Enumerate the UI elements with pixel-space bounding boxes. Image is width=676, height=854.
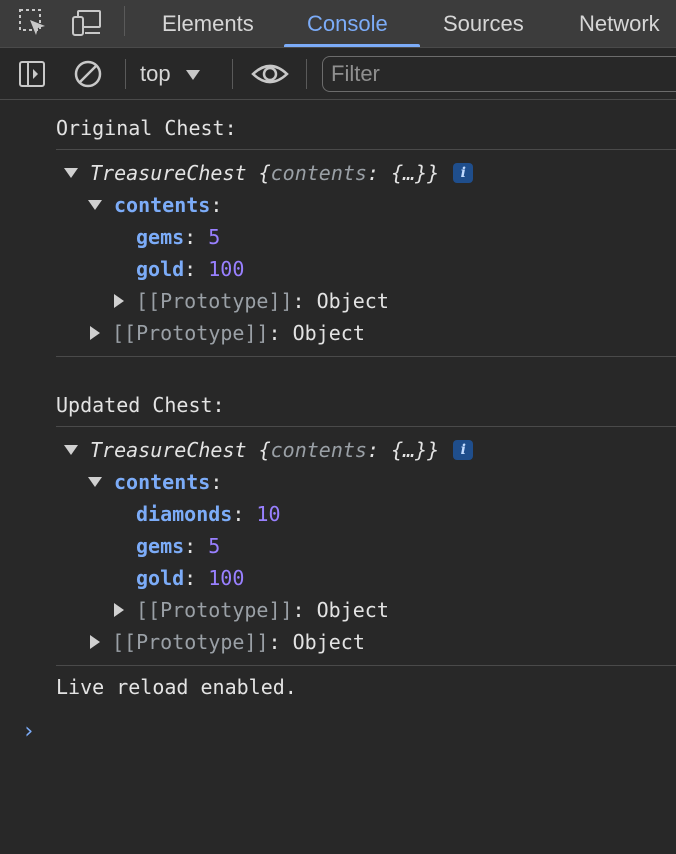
info-badge-icon[interactable]: i (453, 163, 474, 183)
preview-open-brace: { (258, 438, 271, 462)
log-label: Original Chest: (56, 116, 237, 140)
log-label: Updated Chest: (56, 393, 225, 417)
property-value: 5 (208, 534, 221, 558)
property-key: diamonds (136, 502, 233, 526)
property-key: gems (136, 534, 185, 558)
outer-prototype-row[interactable]: [[Prototype]]: Object (90, 626, 365, 658)
object-property: gems: 5 (136, 221, 220, 253)
message-divider (56, 665, 676, 666)
console-message: Live reload enabled. (56, 671, 297, 703)
property-key: contents (114, 193, 211, 217)
console-output: Original Chest: TreasureChest {contents:… (0, 101, 676, 854)
property-colon: : (210, 193, 223, 217)
class-name: TreasureChest (90, 438, 247, 462)
filter-input[interactable] (331, 61, 671, 87)
prototype-value: Object (316, 289, 389, 313)
prototype-value: Object (292, 321, 365, 345)
log-text: Live reload enabled. (56, 675, 297, 699)
property-colon: : (184, 566, 197, 590)
console-message: Original Chest: (56, 112, 237, 144)
prototype-value: Object (292, 630, 365, 654)
device-toolbar-icon[interactable] (70, 6, 104, 40)
message-divider (56, 149, 676, 150)
console-prompt-icon[interactable]: › (22, 719, 35, 744)
preview-close-brace: } (427, 161, 440, 185)
info-badge-icon[interactable]: i (453, 440, 474, 460)
property-colon: : (292, 289, 305, 313)
preview-separator: : (366, 161, 392, 185)
preview-value: {…} (391, 161, 428, 185)
property-key: gems (136, 225, 185, 249)
toolbar-divider (124, 6, 125, 36)
prototype-key: [[Prototype]] (112, 630, 269, 654)
clear-console-icon[interactable] (71, 57, 105, 91)
toolbar-divider (125, 59, 126, 89)
preview-value: {…} (391, 438, 428, 462)
chevron-down-icon (185, 61, 201, 87)
tab-network[interactable]: Network (579, 0, 660, 48)
property-colon: : (268, 630, 281, 654)
console-toolbar: top (0, 49, 676, 100)
expand-arrow-icon[interactable] (64, 168, 78, 178)
inner-prototype-row[interactable]: [[Prototype]]: Object (114, 285, 389, 317)
inner-prototype-row[interactable]: [[Prototype]]: Object (114, 594, 389, 626)
object-property: gems: 5 (136, 530, 220, 562)
tab-elements[interactable]: Elements (162, 0, 254, 48)
property-value: 100 (208, 257, 245, 281)
object-property: gold: 100 (136, 253, 244, 285)
property-value: 5 (208, 225, 221, 249)
toolbar-divider (232, 59, 233, 89)
sidebar-toggle-icon[interactable] (15, 57, 49, 91)
object-property: gold: 100 (136, 562, 244, 594)
property-colon: : (292, 598, 305, 622)
preview-key: contents (270, 438, 367, 462)
object-property-contents[interactable]: contents: (88, 189, 222, 221)
inspect-element-icon[interactable] (16, 6, 50, 40)
object-tree-root[interactable]: TreasureChest {contents: {…}} i (64, 157, 474, 189)
expand-arrow-icon[interactable] (64, 445, 78, 455)
preview-open-brace: { (258, 161, 271, 185)
collapsed-arrow-icon[interactable] (114, 603, 124, 617)
message-divider (56, 426, 676, 427)
object-property-contents[interactable]: contents: (88, 466, 222, 498)
filter-field[interactable] (322, 56, 676, 92)
js-context-select[interactable]: top (140, 57, 224, 91)
toolbar-divider (306, 59, 307, 89)
property-key: contents (114, 470, 211, 494)
tab-sources[interactable]: Sources (443, 0, 524, 48)
property-colon: : (184, 534, 197, 558)
preview-separator: : (366, 438, 392, 462)
prototype-key: [[Prototype]] (136, 289, 293, 313)
property-colon: : (232, 502, 245, 526)
class-name: TreasureChest (90, 161, 247, 185)
active-tab-indicator (284, 44, 420, 47)
property-colon: : (184, 225, 197, 249)
tab-console[interactable]: Console (307, 0, 388, 48)
preview-close-brace: } (427, 438, 440, 462)
property-colon: : (184, 257, 197, 281)
property-key: gold (136, 566, 185, 590)
collapsed-arrow-icon[interactable] (90, 326, 100, 340)
property-key: gold (136, 257, 185, 281)
context-label: top (140, 61, 171, 86)
expand-arrow-icon[interactable] (88, 477, 102, 487)
preview-key: contents (270, 161, 367, 185)
console-message: Updated Chest: (56, 389, 225, 421)
property-value: 100 (208, 566, 245, 590)
message-divider (56, 356, 676, 357)
property-value: 10 (256, 502, 281, 526)
prototype-value: Object (316, 598, 389, 622)
collapsed-arrow-icon[interactable] (90, 635, 100, 649)
outer-prototype-row[interactable]: [[Prototype]]: Object (90, 317, 365, 349)
prototype-key: [[Prototype]] (136, 598, 293, 622)
collapsed-arrow-icon[interactable] (114, 294, 124, 308)
expand-arrow-icon[interactable] (88, 200, 102, 210)
object-property: diamonds: 10 (136, 498, 281, 530)
object-tree-root[interactable]: TreasureChest {contents: {…}} i (64, 434, 474, 466)
devtools-tab-bar: Elements Console Sources Network (0, 0, 676, 48)
property-colon: : (210, 470, 223, 494)
live-expression-icon[interactable] (251, 57, 289, 91)
prototype-key: [[Prototype]] (112, 321, 269, 345)
property-colon: : (268, 321, 281, 345)
